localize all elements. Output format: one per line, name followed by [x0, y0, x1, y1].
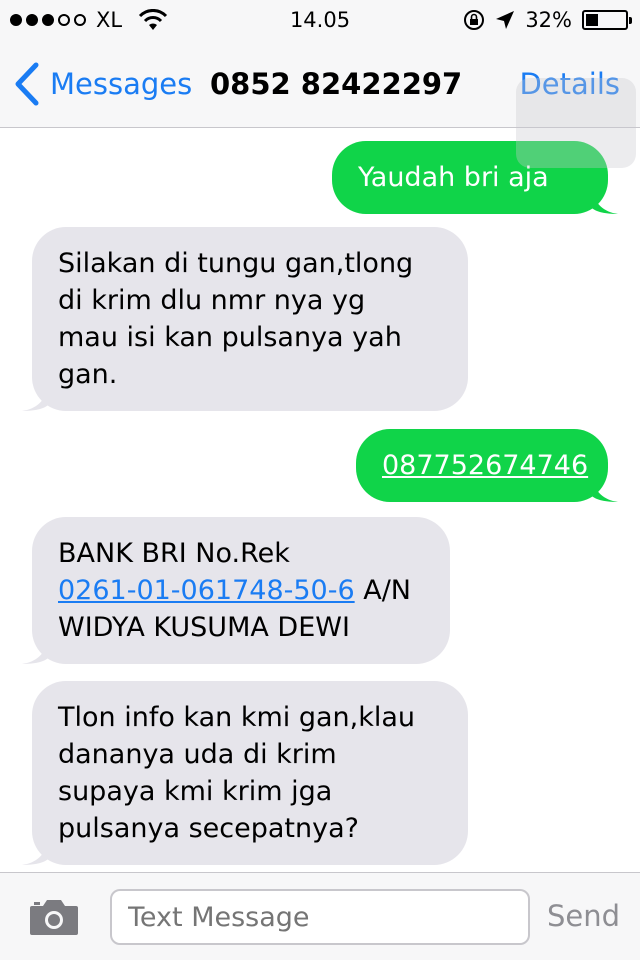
status-right: 32%: [463, 8, 632, 32]
message-bubble-incoming[interactable]: Silakan di tungu gan,tlong di krim dlu n…: [22, 227, 468, 411]
rotation-lock-icon: [464, 10, 485, 30]
message-input[interactable]: [110, 889, 530, 945]
message-line: gan.: [58, 359, 118, 390]
message-bubble-incoming[interactable]: Tlon info kan kmi gan,klau dananya uda d…: [22, 681, 468, 865]
message-line: Tlon info kan kmi gan,klau: [58, 702, 416, 733]
message-text: A/N: [354, 575, 412, 606]
message-bubble-outgoing[interactable]: 087752674746: [356, 429, 618, 502]
back-label: Messages: [50, 67, 193, 101]
message-line: Silakan di tungu gan,tlong: [58, 248, 414, 279]
bubble-tail: [22, 385, 48, 411]
chevron-left-icon: [15, 62, 39, 106]
message-line: mau isi kan pulsanya yah: [58, 322, 402, 353]
battery-percent: 32%: [525, 8, 572, 32]
conversation-title: 0852 82422297: [210, 67, 463, 101]
camera-icon[interactable]: [28, 897, 80, 937]
message-line: supaya kmi krim jga: [58, 776, 333, 807]
back-button[interactable]: Messages: [14, 62, 192, 106]
bubble-tail: [592, 476, 618, 502]
message-line: 0261-01-061748-50-6 A/N: [58, 572, 424, 609]
bubble-tail: [22, 638, 48, 664]
location-arrow-icon: [496, 11, 515, 29]
account-number-link[interactable]: 0261-01-061748-50-6: [58, 575, 355, 606]
assistive-touch-overlay[interactable]: [516, 78, 636, 168]
phone-number-link[interactable]: 087752674746: [382, 450, 588, 481]
bubble-tail: [22, 839, 48, 865]
message-line: di krim dlu nmr nya yg: [58, 285, 366, 316]
message-input-bar: Send: [0, 872, 640, 960]
message-line: BANK BRI No.Rek: [58, 538, 290, 569]
message-line: WIDYA KUSUMA DEWI: [58, 612, 350, 643]
battery-icon: [582, 10, 632, 30]
message-line: pulsanya secepatnya?: [58, 813, 359, 844]
message-thread[interactable]: Yaudah bri aja Silakan di tungu gan,tlon…: [0, 129, 640, 872]
send-button[interactable]: Send: [547, 899, 620, 933]
message-line: dananya uda di krim: [58, 739, 337, 770]
message-bubble-incoming[interactable]: BANK BRI No.Rek 0261-01-061748-50-6 A/N …: [22, 517, 450, 664]
bubble-tail: [592, 188, 618, 214]
battery-fill: [586, 14, 599, 26]
status-bar: XL 14.05 32%: [0, 0, 640, 40]
